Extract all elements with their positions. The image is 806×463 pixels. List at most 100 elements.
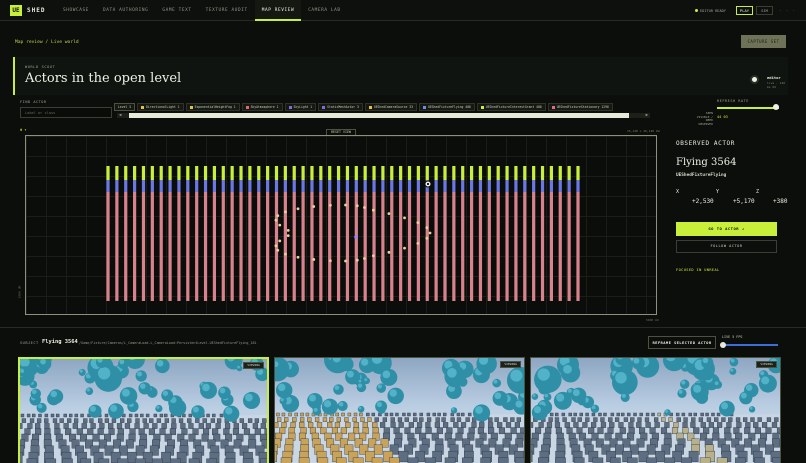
- find-actor-input[interactable]: [20, 107, 112, 118]
- chip-fixture-stationary[interactable]: UEShedFixtureStationary 1296: [547, 103, 613, 111]
- live-fps-knob[interactable]: [720, 342, 727, 348]
- scene-block: [215, 423, 221, 429]
- actor-column-stationary: [141, 192, 146, 301]
- scene-block: [402, 412, 406, 417]
- chip-swatch-icon: [141, 105, 145, 109]
- chip-label: StaticMeshActor 3: [327, 105, 359, 109]
- chip-static-mesh[interactable]: StaticMeshActor 3: [318, 103, 363, 111]
- reframe-selected-actor-button[interactable]: REFRAME SELECTED ACTOR: [648, 336, 716, 349]
- map-layer-toggle[interactable]: Φ ▾: [20, 128, 27, 132]
- chip-height-fog[interactable]: ExponentialHeightFog 1: [185, 103, 240, 111]
- scene-sphere-highlight: [323, 400, 332, 408]
- chip-level[interactable]: Level 3: [114, 103, 136, 111]
- nav-tab-game-text[interactable]: GAME TEXT: [155, 0, 198, 21]
- camera-view-2[interactable]: VIEWING: [274, 357, 525, 463]
- scene-block: [645, 412, 650, 417]
- nav-tab-map-review[interactable]: MAP REVIEW: [254, 0, 302, 21]
- chips-scrollbar[interactable]: ◀ ▶: [117, 112, 650, 118]
- scene-block: [561, 412, 566, 417]
- chip-sky-light[interactable]: SkyLight 1: [284, 103, 317, 111]
- scene-sphere-highlight: [278, 383, 286, 392]
- nav-tab-texture-audit[interactable]: TEXTURE AUDIT: [199, 0, 255, 21]
- scene-block: [538, 457, 549, 463]
- nav-tab-camera-lab[interactable]: CAMERA LAB: [301, 0, 347, 21]
- scene-sphere-highlight: [121, 388, 130, 397]
- scene-block: [98, 418, 103, 423]
- play-button[interactable]: PLAY: [736, 6, 753, 15]
- actor-column-interest: [115, 166, 119, 180]
- actor-column-flying: [469, 180, 474, 192]
- actor-column-stationary: [532, 192, 536, 301]
- camera-tag: VIEWING: [756, 361, 777, 368]
- chip-fixture-interest[interactable]: UEShedFixtureInterestGrant 400: [476, 103, 546, 111]
- scene-block: [549, 412, 554, 417]
- camera-view-1[interactable]: VIEWING: [18, 357, 269, 463]
- breadcrumb[interactable]: Map review / Live world: [15, 40, 79, 45]
- scene-sphere: [48, 389, 64, 404]
- scene-block: [614, 417, 620, 422]
- scene-sphere: [444, 365, 466, 388]
- actor-column-stationary: [212, 192, 217, 301]
- scene-block: [437, 412, 441, 417]
- camera-view-3[interactable]: VIEWING: [530, 357, 781, 463]
- scene-block: [276, 417, 282, 422]
- go-to-actor-button[interactable]: GO TO ACTOR ↗: [676, 222, 777, 236]
- refresh-rate-slider[interactable]: [717, 107, 779, 109]
- actor-column-stationary: [345, 192, 350, 301]
- subject-name: Flying 3564: [42, 339, 78, 345]
- scene-sphere: [321, 398, 339, 415]
- scene-block: [681, 457, 692, 463]
- scene-sphere-highlight: [156, 405, 160, 409]
- scene-block: [353, 422, 359, 428]
- scene-block: [127, 418, 132, 423]
- scene-block: [248, 439, 257, 449]
- actor-map[interactable]: [25, 135, 657, 315]
- page-header: WORLD SCOUT Actors in the open level edi…: [13, 57, 788, 95]
- chip-label: UEShedFixtureInterestGrant 400: [485, 105, 542, 109]
- actor-column-flying: [141, 180, 146, 192]
- live-fps-slider[interactable]: [722, 344, 778, 346]
- scrollbar-thumb[interactable]: [129, 113, 629, 118]
- scene-block: [294, 412, 299, 417]
- actor-column-flying: [257, 180, 261, 192]
- scene-block: [711, 412, 715, 417]
- actor-map-canvas[interactable]: [26, 136, 657, 315]
- actor-column-flying: [301, 180, 305, 192]
- capture-set-button[interactable]: CAPTURE SET: [741, 35, 786, 48]
- scene-block: [577, 417, 582, 422]
- scene-block: [753, 422, 759, 428]
- follow-actor-button[interactable]: FOLLOW ACTOR: [676, 240, 777, 253]
- observed-actor-name: Flying 3564: [676, 157, 737, 168]
- nav-tab-showcase[interactable]: SHOWCASE: [56, 0, 96, 21]
- scene-block: [546, 422, 553, 428]
- refresh-rate-knob[interactable]: [772, 104, 779, 110]
- scene-block: [425, 422, 431, 428]
- actor-column-stationary: [310, 192, 314, 301]
- scene-block: [390, 417, 395, 422]
- scene-block: [224, 458, 236, 463]
- chip-fixture-flying[interactable]: UEShedFixtureFlying 400: [418, 103, 475, 111]
- actor-column-interest: [310, 166, 314, 180]
- nav-tab-data-authoring[interactable]: DATA AUTHORING: [96, 0, 155, 21]
- actor-column-stationary: [576, 192, 580, 301]
- scroll-left-icon[interactable]: ◀: [119, 112, 121, 117]
- scene-block: [288, 412, 292, 417]
- scene-block: [610, 457, 621, 463]
- sim-button[interactable]: SIM: [756, 6, 773, 15]
- scene-sphere: [337, 400, 348, 412]
- actor-column-interest: [532, 166, 536, 180]
- scene-sphere: [218, 386, 231, 400]
- more-menu-icon[interactable]: · · ·: [779, 8, 796, 13]
- chip-camera-source[interactable]: UEShedCameraSource 33: [364, 103, 417, 111]
- scroll-right-icon[interactable]: ▶: [646, 112, 648, 117]
- scene-block: [44, 423, 50, 429]
- scene-sphere: [223, 405, 240, 422]
- actor-column-stationary: [257, 192, 261, 301]
- chip-directional-light[interactable]: DirectionalLight 1: [137, 103, 184, 111]
- scene-block: [591, 422, 597, 428]
- actor-column-interest: [168, 166, 172, 180]
- camera-source-dot: [276, 214, 280, 218]
- chip-sky-atmosphere[interactable]: SkyAtmosphere 1: [241, 103, 283, 111]
- scene-sphere-highlight: [136, 371, 143, 377]
- app-logo[interactable]: UE: [10, 5, 22, 16]
